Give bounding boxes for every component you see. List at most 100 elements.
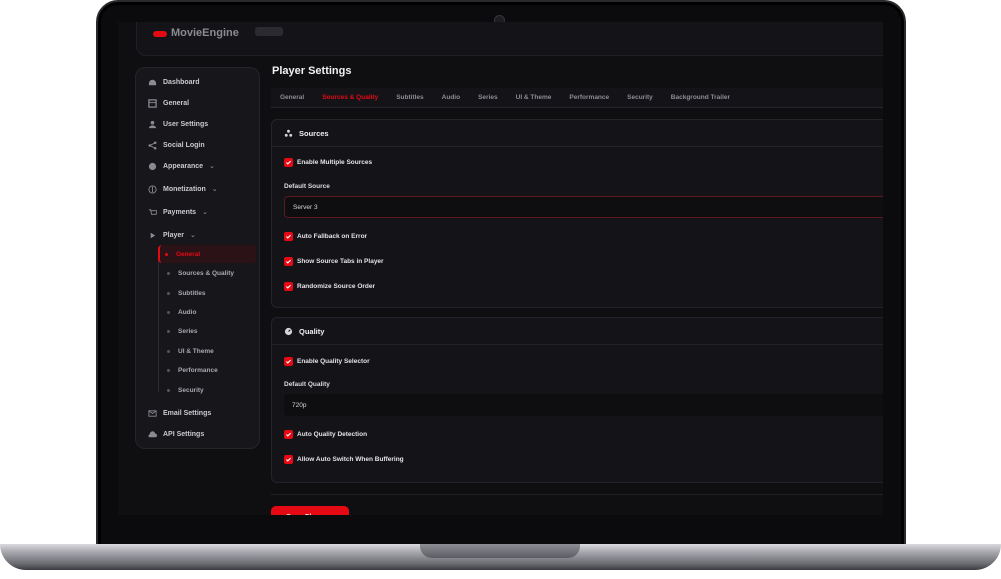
laptop-notch: [420, 544, 580, 558]
sidebar-item-payments[interactable]: Payments ⌄: [136, 203, 261, 221]
sidebar-item-label: Appearance: [163, 162, 204, 170]
grid-icon: [148, 98, 157, 108]
sidebar-item-label: Dashboard: [163, 78, 200, 86]
sidebar-item-label: Player: [163, 231, 185, 239]
tab-subtitles[interactable]: Subtitles: [387, 88, 432, 108]
bullet-icon: [167, 329, 170, 333]
sources-card: Sources Enable Multiple Sources Default …: [271, 119, 883, 308]
sidebar-item-label: Email Settings: [163, 409, 212, 417]
sidebar-item-api-settings[interactable]: API Settings: [136, 425, 261, 443]
bullet-icon: [167, 368, 170, 372]
sources-card-title: Sources: [299, 128, 329, 138]
randomize-source-order-checkbox[interactable]: Randomize Source Order: [284, 282, 375, 291]
checkbox-label: Enable Multiple Sources: [297, 159, 373, 166]
auto-quality-detection-checkbox[interactable]: Auto Quality Detection: [284, 430, 367, 439]
bullet-icon: [167, 349, 170, 353]
tab-sources-quality[interactable]: Sources & Quality: [313, 88, 387, 108]
enable-multiple-sources-checkbox[interactable]: Enable Multiple Sources: [284, 158, 372, 167]
submenu-item-sources-quality[interactable]: Sources & Quality: [163, 264, 259, 282]
submenu-label: Performance: [178, 366, 218, 374]
submenu-label: General: [176, 250, 201, 258]
checkmark-icon: [284, 232, 293, 241]
tab-series[interactable]: Series: [469, 88, 507, 108]
tab-background-trailer[interactable]: Background Trailer: [662, 88, 739, 108]
sources-icon: [284, 129, 293, 138]
sidebar-item-dashboard[interactable]: Dashboard: [136, 73, 261, 91]
sidebar-item-general[interactable]: General: [136, 94, 261, 112]
checkmark-icon: [284, 455, 293, 464]
sidebar-item-appearance[interactable]: Appearance ⌄: [136, 157, 261, 175]
submenu-item-subtitles[interactable]: Subtitles: [163, 284, 259, 302]
bullet-icon: [165, 252, 168, 256]
submenu-label: Security: [178, 386, 204, 394]
default-source-label: Default Source: [284, 183, 330, 190]
sidebar-item-social-login[interactable]: Social Login: [136, 136, 261, 154]
sidebar-item-monetization[interactable]: Monetization ⌄: [136, 180, 261, 198]
app-screen: MovieEngine Dashboard General User Setti…: [118, 22, 883, 515]
page-title: Player Settings: [272, 65, 352, 77]
tab-general[interactable]: General: [271, 88, 313, 108]
tab-security[interactable]: Security: [618, 88, 662, 108]
bullet-icon: [167, 310, 170, 314]
submenu-item-security[interactable]: Security: [163, 381, 259, 399]
default-quality-select[interactable]: 720p: [284, 394, 883, 416]
sidebar-item-email-settings[interactable]: Email Settings: [136, 404, 261, 422]
sidebar-item-user-settings[interactable]: User Settings: [136, 115, 261, 133]
brand-badge: [255, 27, 283, 36]
submenu-item-general[interactable]: General: [158, 245, 256, 263]
tab-ui-theme[interactable]: UI & Theme: [507, 88, 561, 108]
default-source-select[interactable]: Server 3: [284, 196, 883, 218]
checkbox-label: Auto Quality Detection: [297, 431, 368, 438]
sidebar-item-player[interactable]: Player ⌄: [136, 226, 261, 244]
dashboard-icon: [148, 78, 157, 87]
mail-icon: [148, 409, 157, 418]
checkbox-label: Auto Fallback on Error: [297, 233, 368, 240]
sidebar-item-label: General: [163, 99, 190, 107]
quality-card-title: Quality: [299, 326, 325, 336]
top-bar: MovieEngine: [136, 22, 883, 56]
submenu-label: Subtitles: [178, 289, 206, 297]
sidebar-item-label: User Settings: [163, 120, 209, 128]
submenu-label: Audio: [178, 308, 197, 316]
submenu-item-series[interactable]: Series: [163, 322, 259, 340]
tab-performance[interactable]: Performance: [560, 88, 618, 108]
auto-fallback-checkbox[interactable]: Auto Fallback on Error: [284, 232, 367, 241]
allow-auto-switch-checkbox[interactable]: Allow Auto Switch When Buffering: [284, 455, 404, 464]
submenu-label: Series: [178, 327, 198, 335]
share-icon: [148, 141, 157, 150]
settings-tabs: General Sources & Quality Subtitles Audi…: [271, 88, 883, 108]
checkbox-label: Enable Quality Selector: [297, 358, 370, 365]
cloud-icon: [148, 430, 157, 439]
select-value: 720p: [292, 401, 307, 409]
palette-icon: [148, 162, 157, 171]
save-button[interactable]: Save Changes: [271, 506, 349, 515]
enable-quality-selector-checkbox[interactable]: Enable Quality Selector: [284, 357, 370, 366]
chevron-down-icon: ⌄: [211, 186, 218, 193]
brand-name[interactable]: MovieEngine: [171, 27, 239, 39]
user-icon: [148, 120, 157, 129]
gauge-icon: [284, 327, 293, 336]
select-value: Server 3: [293, 203, 318, 211]
submenu-item-ui-theme[interactable]: UI & Theme: [163, 342, 259, 360]
checkbox-label: Show Source Tabs in Player: [297, 258, 384, 265]
tab-audio[interactable]: Audio: [433, 88, 469, 108]
submenu-item-audio[interactable]: Audio: [163, 303, 259, 321]
submenu-item-performance[interactable]: Performance: [163, 361, 259, 379]
quality-card-header: Quality: [272, 318, 883, 345]
sidebar-item-label: API Settings: [163, 430, 205, 438]
footer-divider: [271, 494, 883, 495]
checkmark-icon: [284, 257, 293, 266]
show-source-tabs-checkbox[interactable]: Show Source Tabs in Player: [284, 257, 384, 266]
checkmark-icon: [284, 430, 293, 439]
bullet-icon: [167, 291, 170, 295]
dollar-icon: [148, 184, 157, 194]
sidebar-item-label: Monetization: [163, 185, 206, 193]
chevron-down-icon: ⌄: [190, 232, 196, 239]
bullet-icon: [167, 271, 170, 275]
cart-icon: [148, 208, 157, 217]
bullet-icon: [167, 388, 170, 392]
play-icon: [148, 231, 157, 240]
submenu-label: Sources & Quality: [178, 269, 234, 277]
checkmark-icon: [284, 158, 293, 167]
checkbox-label: Allow Auto Switch When Buffering: [297, 456, 404, 463]
